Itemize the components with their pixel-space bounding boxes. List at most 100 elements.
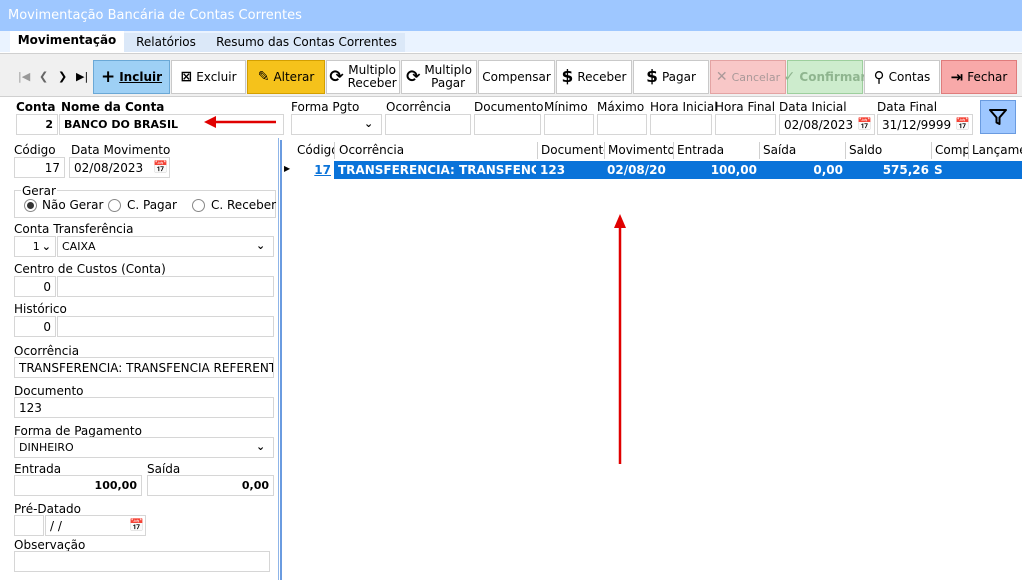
calendar-icon[interactable]: 📅 xyxy=(153,160,168,174)
fechar-button[interactable]: ⇥ Fechar xyxy=(941,60,1017,94)
centro-custos-label: Centro de Custos (Conta) xyxy=(14,262,166,276)
conta-transferencia-code[interactable]: 1 ⌄ xyxy=(14,236,56,257)
entrada-label: Entrada xyxy=(14,462,62,476)
conta-transferencia-select[interactable]: CAIXA xyxy=(57,236,274,257)
cell-ocorrencia[interactable]: TRANSFERENCIA: TRANSFENCIA xyxy=(338,161,536,179)
conta-field[interactable]: 2 xyxy=(16,114,58,135)
codigo-label: Código xyxy=(14,143,56,157)
observacao-label: Observação xyxy=(14,538,86,552)
codigo-field[interactable]: 17 xyxy=(14,157,65,178)
centro-custos-code[interactable]: 0 xyxy=(14,276,56,297)
window-title: Movimentação Bancária de Contas Corrente… xyxy=(0,0,1022,31)
check-icon: ✓ xyxy=(783,69,796,85)
movements-grid[interactable]: Código Ocorrência Documento Movimento En… xyxy=(280,140,1022,580)
cell-documento[interactable]: 123 xyxy=(540,161,604,179)
minimo-label: Mínimo xyxy=(544,100,588,114)
historico-code[interactable]: 0 xyxy=(14,316,56,337)
col-header-saida[interactable]: Saída xyxy=(760,142,846,159)
col-header-entrada[interactable]: Entrada xyxy=(674,142,760,159)
tab-movimentacao[interactable]: Movimentação xyxy=(10,31,124,52)
col-header-movimento[interactable]: Movimento xyxy=(605,142,674,159)
documento-filter-field[interactable] xyxy=(474,114,541,135)
multiplo-pagar-button[interactable]: ⟳ Multiplo Pagar xyxy=(401,60,477,94)
tab-relatorios[interactable]: Relatórios xyxy=(124,33,208,52)
receber-button[interactable]: $ Receber xyxy=(556,60,632,94)
radio-nao-gerar[interactable] xyxy=(24,199,37,212)
saida-field[interactable]: 0,00 xyxy=(147,475,274,496)
compensar-button[interactable]: Compensar xyxy=(478,60,555,94)
hora-final-label: Hora Final xyxy=(715,100,776,114)
annotation-arrow-up xyxy=(614,214,626,464)
cell-movimento[interactable]: 02/08/20 xyxy=(607,161,673,179)
tab-resumo-contas[interactable]: Resumo das Contas Correntes xyxy=(208,33,405,52)
dollar-icon: $ xyxy=(561,66,574,87)
c-pagar-label: C. Pagar xyxy=(127,198,177,212)
cell-comp[interactable]: S xyxy=(934,161,968,179)
search-icon: ⚲ xyxy=(873,67,885,86)
radio-c-receber[interactable] xyxy=(192,199,205,212)
plus-icon: + xyxy=(100,66,116,87)
documento-field[interactable]: 123 xyxy=(14,397,274,418)
data-final-label: Data Final xyxy=(877,100,938,114)
col-header-lancamento[interactable]: Lançamen xyxy=(969,142,1022,159)
cell-lancamento[interactable] xyxy=(971,161,1022,179)
nav-next-button[interactable]: ❯ xyxy=(58,70,67,83)
data-inicial-label: Data Inicial xyxy=(779,100,847,114)
conta-label: Conta xyxy=(16,100,56,114)
ocorrencia-field[interactable]: TRANSFERENCIA: TRANSFENCIA REFERENTE A xyxy=(14,357,274,378)
nav-prev-button[interactable]: ❮ xyxy=(39,70,48,83)
col-header-documento[interactable]: Documento xyxy=(538,142,605,159)
chevron-down-icon: ⌄ xyxy=(364,117,374,130)
col-header-comp[interactable]: Comp xyxy=(932,142,969,159)
chevron-down-icon: ⌄ xyxy=(41,240,51,253)
radio-c-pagar[interactable] xyxy=(108,199,121,212)
observacao-field[interactable] xyxy=(14,551,270,572)
multiplo-receber-button[interactable]: ⟳ Multiplo Receber xyxy=(326,60,400,94)
alterar-button[interactable]: ✎ Alterar xyxy=(247,60,325,94)
hora-inicial-field[interactable] xyxy=(650,114,712,135)
cancelar-button[interactable]: ✕ Cancelar xyxy=(710,60,786,94)
centro-custos-name[interactable] xyxy=(57,276,274,297)
documento-filter-label: Documento xyxy=(474,100,544,114)
cell-saida[interactable]: 0,00 xyxy=(760,161,843,179)
maximo-label: Máximo xyxy=(597,100,645,114)
dollar-icon: $ xyxy=(646,66,658,87)
pre-datado-label: Pré-Datado xyxy=(14,502,82,516)
nav-first-button[interactable]: |◀ xyxy=(18,70,30,83)
hora-final-field[interactable] xyxy=(715,114,776,135)
pre-datado-code[interactable] xyxy=(14,515,44,536)
entrada-field[interactable]: 100,00 xyxy=(14,475,142,496)
cycle-dollar-icon: ⟳ xyxy=(406,66,421,87)
historico-label: Histórico xyxy=(14,302,67,316)
calendar-icon[interactable]: 📅 xyxy=(129,518,144,532)
historico-name[interactable] xyxy=(57,316,274,337)
incluir-button[interactable]: + Incluir xyxy=(93,60,170,94)
pagar-button[interactable]: $ Pagar xyxy=(633,60,709,94)
cell-saldo[interactable]: 575,26 xyxy=(846,161,929,179)
confirmar-button[interactable]: ✓ Confirmar xyxy=(783,60,866,94)
ocorrencia-filter-field[interactable] xyxy=(385,114,471,135)
col-header-codigo[interactable]: Código xyxy=(294,142,335,159)
col-header-ocorrencia[interactable]: Ocorrência xyxy=(336,142,538,159)
minimo-field[interactable] xyxy=(544,114,594,135)
calendar-icon[interactable]: 📅 xyxy=(955,117,970,131)
nome-conta-label: Nome da Conta xyxy=(61,100,165,114)
cell-entrada[interactable]: 100,00 xyxy=(674,161,757,179)
filter-button[interactable] xyxy=(980,100,1016,134)
edit-icon: ✎ xyxy=(257,69,270,85)
calendar-icon[interactable]: 📅 xyxy=(857,117,872,131)
cell-codigo[interactable]: 17 xyxy=(294,161,334,179)
col-header-saldo[interactable]: Saldo xyxy=(846,142,932,159)
saida-label: Saída xyxy=(147,462,181,476)
documento-label: Documento xyxy=(14,384,84,398)
gerar-label: Gerar xyxy=(21,184,57,198)
trash-icon: ⊠ xyxy=(180,69,193,85)
nav-last-button[interactable]: ▶| xyxy=(76,70,88,83)
excluir-button[interactable]: ⊠ Excluir xyxy=(171,60,246,94)
x-icon: ✕ xyxy=(715,69,728,85)
maximo-field[interactable] xyxy=(597,114,647,135)
forma-pagamento-select[interactable]: DINHEIRO xyxy=(14,437,274,458)
exit-icon: ⇥ xyxy=(950,67,964,86)
contas-button[interactable]: ⚲ Contas xyxy=(864,60,940,94)
forma-pagamento-label: Forma de Pagamento xyxy=(14,424,142,438)
